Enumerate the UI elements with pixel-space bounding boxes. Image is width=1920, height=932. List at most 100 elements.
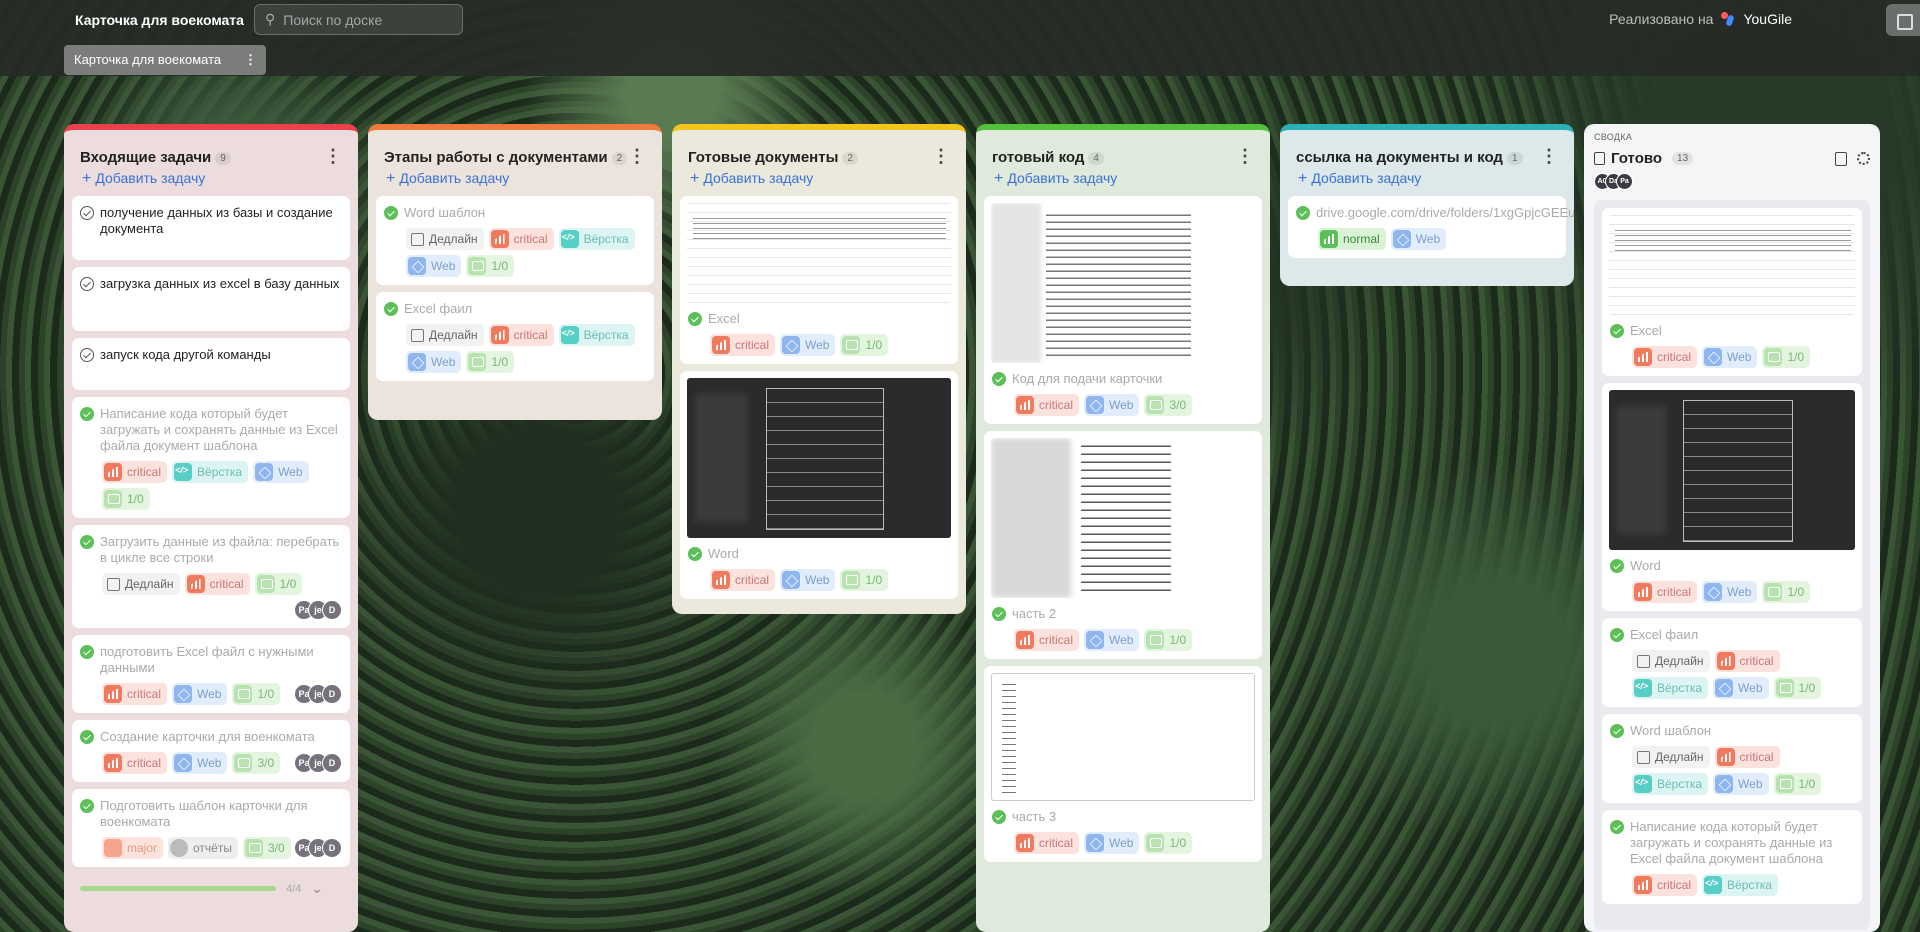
check-icon[interactable] [1610, 628, 1624, 642]
task-card[interactable]: Подготовить шаблон карточки для военкома… [72, 789, 350, 867]
priority-tag[interactable]: critical [488, 228, 554, 250]
comments-tag[interactable]: 3/0 [242, 837, 291, 859]
deadline-tag[interactable]: Дедлайн [102, 573, 180, 595]
assignees[interactable]: Pa je D [294, 684, 342, 704]
card-preview-image[interactable] [1609, 215, 1855, 315]
comments-tag[interactable]: 1/0 [1762, 581, 1811, 603]
check-icon[interactable] [992, 607, 1006, 621]
task-card[interactable]: Excel фаил Дедлайн critical Вёрстка Web 1/0 [376, 292, 654, 381]
assignees[interactable]: Pa je D [294, 753, 342, 773]
priority-tag[interactable]: critical [102, 683, 168, 705]
comments-tag[interactable]: 1/0 [1762, 346, 1811, 368]
task-card[interactable]: Код для подачи карточки critical Web 3/0 [984, 196, 1262, 424]
board-tab[interactable]: Карточка для воекомата ⋮ [64, 45, 266, 75]
task-card[interactable]: подготовить Excel файл с нужными данными… [72, 635, 350, 713]
card-preview-image[interactable] [1609, 390, 1855, 550]
comments-tag[interactable]: 1/0 [1144, 629, 1193, 651]
web-tag[interactable]: Web [1084, 629, 1140, 651]
priority-tag[interactable]: critical [1632, 346, 1698, 368]
check-icon[interactable] [80, 535, 94, 549]
task-card[interactable]: Написание кода который будет загружать и… [72, 397, 350, 518]
add-task-button[interactable]: + Добавить задачу [1288, 166, 1566, 196]
deadline-tag[interactable]: Дедлайн [1632, 746, 1710, 768]
task-card[interactable]: Excel critical Web 1/0 [680, 196, 958, 364]
comments-tag[interactable]: 1/0 [840, 334, 889, 356]
column-title[interactable]: готовый код 4 [992, 149, 1104, 166]
priority-tag[interactable]: normal [1318, 228, 1386, 250]
task-card[interactable]: Word шаблон Дедлайн critical Вёрстка Web 1/0 [376, 196, 654, 285]
check-icon[interactable] [80, 407, 94, 421]
column-title[interactable]: Этапы работы с документами 2 [384, 149, 628, 166]
priority-tag[interactable]: critical [1014, 832, 1080, 854]
web-tag[interactable]: Web [406, 351, 462, 373]
web-tag[interactable]: Web [1713, 677, 1769, 699]
task-card[interactable]: Написание кода который будет загружать и… [1602, 810, 1862, 904]
task-card[interactable]: получение данных из базы и создание доку… [72, 196, 350, 260]
web-tag[interactable]: Web [1702, 346, 1758, 368]
more-icon[interactable]: ⋮ [1540, 147, 1558, 165]
check-icon[interactable] [1296, 206, 1310, 220]
search-input[interactable] [283, 11, 444, 28]
priority-tag[interactable]: critical [1632, 874, 1698, 896]
avatar[interactable]: Pa [1616, 173, 1633, 190]
priority-tag[interactable]: critical [102, 752, 168, 774]
layout-tag[interactable]: Вёрстка [1632, 677, 1709, 699]
task-card[interactable]: Excel фаил Дедлайн critical Вёрстка Web 1/0 [1602, 618, 1862, 707]
check-icon[interactable] [80, 277, 94, 291]
gear-icon[interactable] [1857, 151, 1870, 165]
layout-tag[interactable]: Вёрстка [558, 228, 635, 250]
task-card[interactable]: Создание карточки для военкомата critical… [72, 720, 350, 782]
comments-tag[interactable]: 1/0 [1144, 832, 1193, 854]
check-icon[interactable] [384, 302, 398, 316]
check-icon[interactable] [80, 348, 94, 362]
check-icon[interactable] [384, 206, 398, 220]
web-tag[interactable]: Web [1390, 228, 1447, 250]
priority-tag[interactable]: critical [1632, 581, 1698, 603]
comments-tag[interactable]: 1/0 [466, 255, 515, 277]
check-icon[interactable] [1610, 324, 1624, 338]
board-title[interactable]: Карточка для воекомата [75, 12, 244, 28]
column-title[interactable]: Входящие задачи 9 [80, 149, 231, 166]
summary-title[interactable]: Готово 13 [1594, 150, 1694, 167]
web-tag[interactable]: Web [172, 752, 228, 774]
layout-tag[interactable]: Вёрстка [1632, 773, 1709, 795]
more-icon[interactable]: ⋮ [628, 147, 646, 165]
task-card[interactable]: drive.google.com/drive/folders/1xgGpjcGE… [1288, 196, 1574, 258]
task-card[interactable]: Word critical Web 1/0 [1602, 383, 1862, 611]
add-task-button[interactable]: + Добавить задачу [376, 166, 654, 196]
card-preview-image[interactable] [687, 203, 951, 303]
card-preview-image[interactable] [991, 673, 1255, 801]
comments-tag[interactable]: 1/0 [1773, 773, 1822, 795]
layout-tag[interactable]: Вёрстка [558, 324, 635, 346]
comments-tag[interactable]: 1/0 [1773, 677, 1822, 699]
card-preview-image[interactable] [991, 438, 1255, 598]
task-card[interactable]: часть 3 critical Web 1/0 [984, 666, 1262, 862]
priority-tag[interactable]: critical [102, 461, 168, 483]
deadline-tag[interactable]: Дедлайн [406, 324, 484, 346]
web-tag[interactable]: Web [1084, 832, 1140, 854]
priority-tag[interactable]: critical [1014, 629, 1080, 651]
comments-tag[interactable]: 3/0 [1144, 394, 1193, 416]
web-tag[interactable]: Web [1084, 394, 1140, 416]
priority-tag[interactable]: critical [1714, 746, 1780, 768]
web-tag[interactable]: Web [1702, 581, 1758, 603]
assignees[interactable]: Pa je D [294, 838, 342, 858]
task-card[interactable]: Загрузить данные из файла: перебрать в ц… [72, 525, 350, 628]
search-box[interactable]: ⚲ [254, 4, 463, 35]
deadline-tag[interactable]: Дедлайн [1632, 650, 1710, 672]
check-icon[interactable] [992, 810, 1006, 824]
web-tag[interactable]: Web [253, 461, 309, 483]
more-icon[interactable]: ⋮ [1236, 147, 1254, 165]
priority-tag[interactable]: critical [184, 573, 250, 595]
chevron-down-icon[interactable]: ⌄ [311, 880, 323, 897]
priority-tag[interactable]: major [102, 837, 164, 859]
export-icon[interactable] [1835, 151, 1847, 166]
card-preview-image[interactable] [687, 378, 951, 538]
task-card[interactable]: Excel critical Web 1/0 [1602, 208, 1862, 376]
layout-tag[interactable]: Вёрстка [172, 461, 249, 483]
task-card[interactable]: Word шаблон Дедлайн critical Вёрстка Web 1/0 [1602, 714, 1862, 803]
task-card[interactable]: Word critical Web 1/0 [680, 371, 958, 599]
web-tag[interactable]: Web [172, 683, 228, 705]
layout-tag[interactable]: Вёрстка [1702, 874, 1779, 896]
web-tag[interactable]: Web [780, 569, 836, 591]
